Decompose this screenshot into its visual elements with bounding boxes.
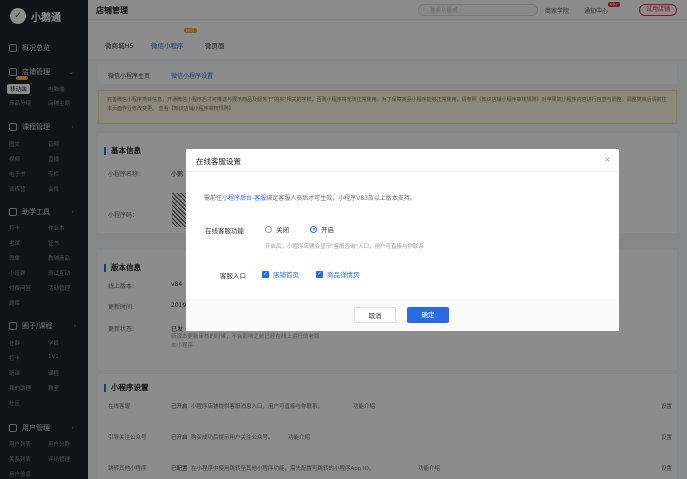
modal-footer (186, 299, 619, 331)
checkbox-store-home[interactable]: ✓ 店铺首页 (262, 269, 299, 279)
close-icon[interactable]: × (604, 155, 611, 164)
modal-description: 需前往小程序后台-客服绑定客服人员后才可生效，小程序V83及以上版本支持。 (204, 195, 416, 202)
divider (186, 171, 619, 172)
entry-label: 客服入口 (220, 272, 246, 280)
radio-off[interactable]: 关闭 (265, 224, 289, 234)
radio-on[interactable]: 开启 (310, 224, 334, 234)
check-icon: ✓ (316, 270, 323, 278)
customer-service-modal: 在线客服设置 × 需前往小程序后台-客服绑定客服人员后才可生效，小程序V83及以… (186, 149, 619, 331)
function-hint: 开启后，小程序店铺会显示"客服咨询"入口，用户可直接与你联系 (265, 244, 425, 250)
check-icon: ✓ (262, 270, 269, 278)
radio-icon (265, 225, 272, 233)
radio-selected-icon (310, 225, 317, 233)
function-label: 在线客服功能 (205, 227, 244, 235)
cancel-button[interactable]: 取消 (354, 307, 396, 323)
checkbox-product-detail[interactable]: ✓ 商品详情页 (316, 269, 360, 279)
admin-service-link[interactable]: 小程序后台-客服 (222, 195, 266, 202)
modal-title: 在线客服设置 (196, 157, 241, 166)
confirm-button[interactable]: 确定 (407, 307, 449, 323)
